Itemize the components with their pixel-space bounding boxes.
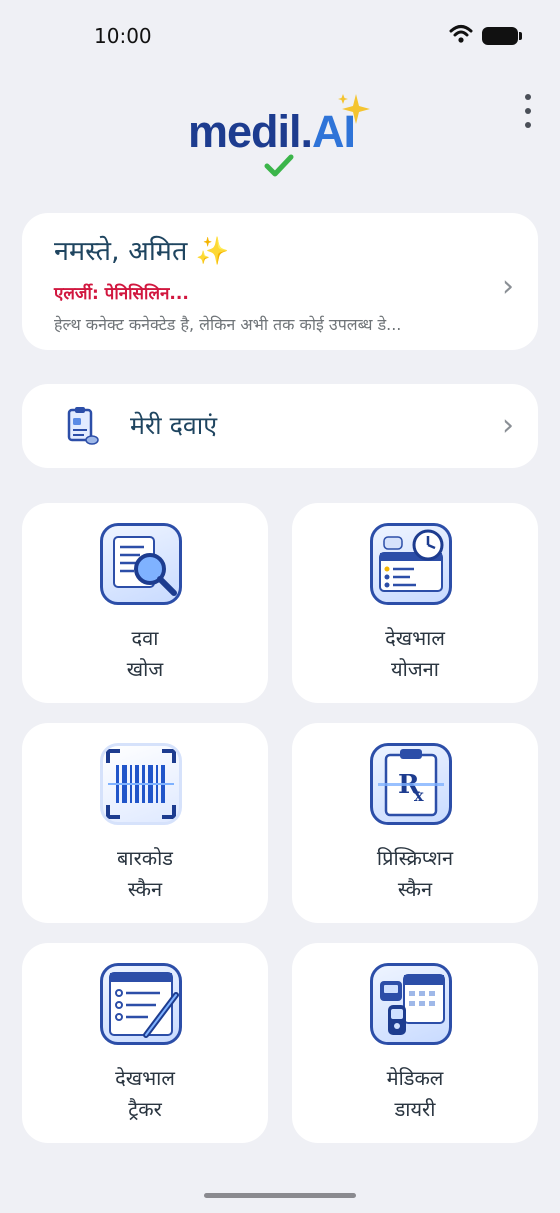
tile-label-line1: देखभाल — [115, 1066, 175, 1090]
tile-care-tracker[interactable]: देखभाल ट्रैकर — [22, 943, 268, 1143]
battery-icon — [482, 27, 522, 45]
sparkle-icon — [338, 94, 370, 124]
greeting-title: नमस्ते, अमित ✨ — [54, 236, 230, 267]
tile-label: प्रिस्क्रिप्शन स्कैन — [292, 843, 538, 905]
wifi-icon — [449, 25, 473, 43]
tile-label-line2: योजना — [391, 657, 439, 681]
tile-label-line2: स्कैन — [127, 877, 163, 901]
status-time: 10:00 — [94, 24, 152, 48]
tile-medical-diary[interactable]: मेडिकल डायरी — [292, 943, 538, 1143]
status-bar: 10:00 — [0, 0, 560, 72]
tile-care-plan[interactable]: देखभाल योजना — [292, 503, 538, 703]
overflow-menu-button[interactable] — [516, 94, 540, 128]
health-connect-status: हेल्थ कनेक्ट कनेक्टेड है, लेकिन अभी तक क… — [54, 315, 402, 334]
care-plan-icon — [370, 523, 458, 611]
tile-label-line1: प्रिस्क्रिप्शन — [376, 846, 454, 870]
tile-prescription-scan[interactable]: R x प्रिस्क्रिप्शन स्कैन — [292, 723, 538, 923]
tile-label-line2: ट्रैकर — [128, 1097, 162, 1121]
app-logo: medil.AI — [186, 94, 376, 184]
my-medicines-card[interactable]: मेरी दवाएं › — [22, 384, 538, 468]
prescription-scan-icon: R x — [370, 743, 458, 831]
barcode-scan-icon — [100, 743, 188, 831]
tile-drug-search[interactable]: दवा खोज — [22, 503, 268, 703]
medical-diary-icon — [370, 963, 458, 1051]
drug-search-icon — [100, 523, 188, 611]
tile-label-line2: डायरी — [394, 1097, 436, 1121]
home-indicator[interactable] — [204, 1193, 356, 1198]
tile-label: मेडिकल डायरी — [292, 1063, 538, 1125]
tile-label: बारकोड स्कैन — [22, 843, 268, 905]
menu-dot — [525, 122, 531, 128]
checkmark-icon — [264, 154, 294, 177]
tile-label: देखभाल योजना — [292, 623, 538, 685]
tile-label-line2: खोज — [126, 657, 164, 681]
tile-label-line1: देखभाल — [385, 626, 445, 650]
tile-label-line1: बारकोड — [116, 846, 174, 870]
care-tracker-icon — [100, 963, 188, 1051]
tile-label-line2: स्कैन — [397, 877, 433, 901]
tile-barcode-scan[interactable]: बारकोड स्कैन — [22, 723, 268, 923]
tile-label-line1: दवा — [131, 626, 159, 650]
logo-main-text: medil. — [188, 106, 313, 157]
tile-label-line1: मेडिकल — [386, 1066, 444, 1090]
medicine-list-icon — [67, 407, 99, 445]
tile-label: दवा खोज — [22, 623, 268, 685]
chevron-right-icon: › — [502, 269, 514, 304]
menu-dot — [525, 94, 531, 100]
menu-dot — [525, 108, 531, 114]
greeting-card[interactable]: नमस्ते, अमित ✨ एलर्जी: पेनिसिलिन... हेल्… — [22, 213, 538, 350]
logo-wordmark: medil.AI — [188, 106, 356, 158]
chevron-right-icon: › — [502, 408, 514, 443]
svg-text:x: x — [414, 786, 424, 805]
my-medicines-label: मेरी दवाएं — [130, 411, 218, 440]
tile-label: देखभाल ट्रैकर — [22, 1063, 268, 1125]
allergy-text: एलर्जी: पेनिसिलिन... — [54, 284, 189, 304]
